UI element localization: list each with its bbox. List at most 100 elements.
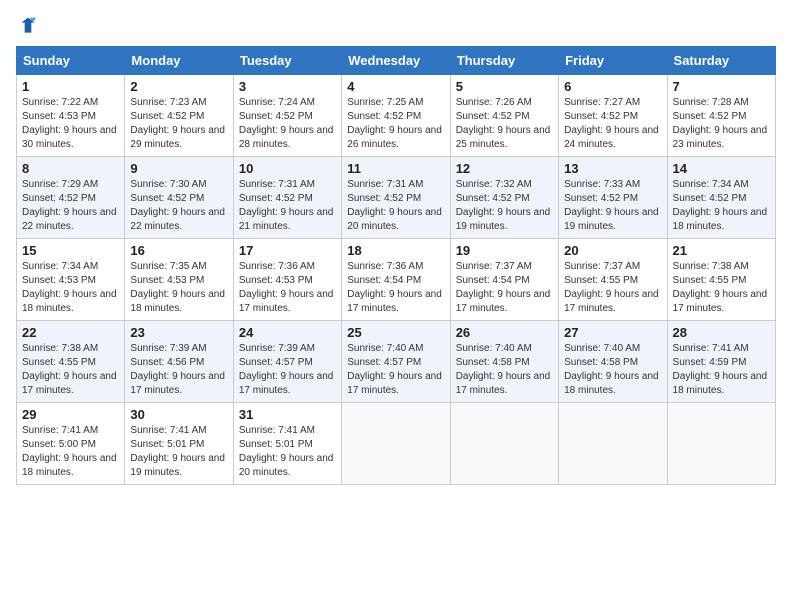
day-number: 21 xyxy=(673,243,770,258)
day-number: 10 xyxy=(239,161,336,176)
calendar-cell xyxy=(450,403,558,485)
day-number: 31 xyxy=(239,407,336,422)
day-info: Sunrise: 7:31 AMSunset: 4:52 PMDaylight:… xyxy=(347,178,444,234)
calendar-cell: 15 Sunrise: 7:34 AMSunset: 4:53 PMDayligh… xyxy=(17,239,125,321)
day-number: 13 xyxy=(564,161,661,176)
day-number: 9 xyxy=(130,161,227,176)
day-info: Sunrise: 7:40 AMSunset: 4:58 PMDaylight:… xyxy=(456,342,553,398)
calendar-cell: 30 Sunrise: 7:41 AMSunset: 5:01 PMDayligh… xyxy=(125,403,233,485)
day-number: 20 xyxy=(564,243,661,258)
calendar-cell: 23 Sunrise: 7:39 AMSunset: 4:56 PMDayligh… xyxy=(125,321,233,403)
day-info: Sunrise: 7:37 AMSunset: 4:54 PMDaylight:… xyxy=(456,260,553,316)
calendar-cell: 22 Sunrise: 7:38 AMSunset: 4:55 PMDayligh… xyxy=(17,321,125,403)
logo-text xyxy=(16,16,38,36)
calendar-cell: 7Sunrise: 7:28 AMSunset: 4:52 PMDaylight… xyxy=(667,75,775,157)
day-number: 26 xyxy=(456,325,553,340)
day-number: 5 xyxy=(456,79,553,94)
calendar-cell: 18Sunrise: 7:36 AMSunset: 4:54 PMDayligh… xyxy=(342,239,450,321)
day-number: 28 xyxy=(673,325,770,340)
day-info: Sunrise: 7:39 AMSunset: 4:57 PMDaylight:… xyxy=(239,342,336,398)
calendar-cell: 21 Sunrise: 7:38 AMSunset: 4:55 PMDayligh… xyxy=(667,239,775,321)
day-number: 11 xyxy=(347,161,444,176)
day-info: Sunrise: 7:41 AMSunset: 5:01 PMDaylight:… xyxy=(130,424,227,480)
calendar-cell: 3 Sunrise: 7:24 AMSunset: 4:52 PMDaylight… xyxy=(233,75,341,157)
day-info: Sunrise: 7:36 AMSunset: 4:53 PMDaylight:… xyxy=(239,260,336,316)
page-container: SundayMondayTuesdayWednesdayThursdayFrid… xyxy=(0,0,792,493)
day-info: Sunrise: 7:39 AMSunset: 4:56 PMDaylight:… xyxy=(130,342,227,398)
day-number: 18 xyxy=(347,243,444,258)
day-info: Sunrise: 7:32 AMSunset: 4:52 PMDaylight:… xyxy=(456,178,553,234)
calendar-cell: 20 Sunrise: 7:37 AMSunset: 4:55 PMDayligh… xyxy=(559,239,667,321)
day-info: Sunrise: 7:22 AMSunset: 4:53 PMDaylight:… xyxy=(22,96,119,152)
calendar-cell xyxy=(559,403,667,485)
calendar-week-2: 8 Sunrise: 7:29 AMSunset: 4:52 PMDaylight… xyxy=(17,157,776,239)
day-info: Sunrise: 7:30 AMSunset: 4:52 PMDaylight:… xyxy=(130,178,227,234)
logo xyxy=(16,16,38,36)
day-number: 17 xyxy=(239,243,336,258)
day-info: Sunrise: 7:24 AMSunset: 4:52 PMDaylight:… xyxy=(239,96,336,152)
day-info: Sunrise: 7:38 AMSunset: 4:55 PMDaylight:… xyxy=(673,260,770,316)
calendar-week-5: 29 Sunrise: 7:41 AMSunset: 5:00 PMDayligh… xyxy=(17,403,776,485)
day-number: 30 xyxy=(130,407,227,422)
day-number: 4 xyxy=(347,79,444,94)
day-info: Sunrise: 7:41 AMSunset: 4:59 PMDaylight:… xyxy=(673,342,770,398)
day-number: 8 xyxy=(22,161,119,176)
weekday-header-tuesday: Tuesday xyxy=(233,47,341,75)
calendar-cell: 28 Sunrise: 7:41 AMSunset: 4:59 PMDayligh… xyxy=(667,321,775,403)
day-info: Sunrise: 7:33 AMSunset: 4:52 PMDaylight:… xyxy=(564,178,661,234)
day-info: Sunrise: 7:25 AMSunset: 4:52 PMDaylight:… xyxy=(347,96,444,152)
day-number: 1 xyxy=(22,79,119,94)
calendar-cell: 4 Sunrise: 7:25 AMSunset: 4:52 PMDaylight… xyxy=(342,75,450,157)
weekday-header-row: SundayMondayTuesdayWednesdayThursdayFrid… xyxy=(17,47,776,75)
calendar-cell: 14Sunrise: 7:34 AMSunset: 4:52 PMDayligh… xyxy=(667,157,775,239)
day-number: 19 xyxy=(456,243,553,258)
day-info: Sunrise: 7:23 AMSunset: 4:52 PMDaylight:… xyxy=(130,96,227,152)
weekday-header-wednesday: Wednesday xyxy=(342,47,450,75)
calendar-cell: 9 Sunrise: 7:30 AMSunset: 4:52 PMDaylight… xyxy=(125,157,233,239)
day-info: Sunrise: 7:29 AMSunset: 4:52 PMDaylight:… xyxy=(22,178,119,234)
weekday-header-saturday: Saturday xyxy=(667,47,775,75)
day-info: Sunrise: 7:40 AMSunset: 4:58 PMDaylight:… xyxy=(564,342,661,398)
calendar-cell: 19 Sunrise: 7:37 AMSunset: 4:54 PMDayligh… xyxy=(450,239,558,321)
calendar-cell xyxy=(667,403,775,485)
calendar-cell: 29 Sunrise: 7:41 AMSunset: 5:00 PMDayligh… xyxy=(17,403,125,485)
calendar-cell: 2 Sunrise: 7:23 AMSunset: 4:52 PMDaylight… xyxy=(125,75,233,157)
day-info: Sunrise: 7:34 AMSunset: 4:53 PMDaylight:… xyxy=(22,260,119,316)
day-info: Sunrise: 7:41 AMSunset: 5:01 PMDaylight:… xyxy=(239,424,336,480)
day-info: Sunrise: 7:41 AMSunset: 5:00 PMDaylight:… xyxy=(22,424,119,480)
calendar-week-3: 15 Sunrise: 7:34 AMSunset: 4:53 PMDayligh… xyxy=(17,239,776,321)
calendar-cell xyxy=(342,403,450,485)
day-number: 22 xyxy=(22,325,119,340)
day-info: Sunrise: 7:27 AMSunset: 4:52 PMDaylight:… xyxy=(564,96,661,152)
day-number: 23 xyxy=(130,325,227,340)
day-info: Sunrise: 7:38 AMSunset: 4:55 PMDaylight:… xyxy=(22,342,119,398)
calendar-cell: 25Sunrise: 7:40 AMSunset: 4:57 PMDayligh… xyxy=(342,321,450,403)
calendar-cell: 16 Sunrise: 7:35 AMSunset: 4:53 PMDayligh… xyxy=(125,239,233,321)
day-number: 16 xyxy=(130,243,227,258)
weekday-header-friday: Friday xyxy=(559,47,667,75)
weekday-header-sunday: Sunday xyxy=(17,47,125,75)
weekday-header-monday: Monday xyxy=(125,47,233,75)
day-number: 2 xyxy=(130,79,227,94)
day-number: 15 xyxy=(22,243,119,258)
calendar-cell: 5Sunrise: 7:26 AMSunset: 4:52 PMDaylight… xyxy=(450,75,558,157)
calendar-cell: 17 Sunrise: 7:36 AMSunset: 4:53 PMDayligh… xyxy=(233,239,341,321)
day-number: 6 xyxy=(564,79,661,94)
calendar-cell: 31 Sunrise: 7:41 AMSunset: 5:01 PMDayligh… xyxy=(233,403,341,485)
day-number: 12 xyxy=(456,161,553,176)
day-number: 3 xyxy=(239,79,336,94)
calendar-cell: 8 Sunrise: 7:29 AMSunset: 4:52 PMDaylight… xyxy=(17,157,125,239)
calendar-cell: 24 Sunrise: 7:39 AMSunset: 4:57 PMDayligh… xyxy=(233,321,341,403)
day-number: 24 xyxy=(239,325,336,340)
logo-icon xyxy=(18,16,38,36)
day-info: Sunrise: 7:31 AMSunset: 4:52 PMDaylight:… xyxy=(239,178,336,234)
calendar-cell: 12 Sunrise: 7:32 AMSunset: 4:52 PMDayligh… xyxy=(450,157,558,239)
calendar-cell: 1 Sunrise: 7:22 AMSunset: 4:53 PMDaylight… xyxy=(17,75,125,157)
calendar-cell: 13 Sunrise: 7:33 AMSunset: 4:52 PMDayligh… xyxy=(559,157,667,239)
day-info: Sunrise: 7:37 AMSunset: 4:55 PMDaylight:… xyxy=(564,260,661,316)
day-number: 7 xyxy=(673,79,770,94)
calendar-cell: 27Sunrise: 7:40 AMSunset: 4:58 PMDayligh… xyxy=(559,321,667,403)
day-number: 29 xyxy=(22,407,119,422)
day-info: Sunrise: 7:35 AMSunset: 4:53 PMDaylight:… xyxy=(130,260,227,316)
calendar-cell: 11 Sunrise: 7:31 AMSunset: 4:52 PMDayligh… xyxy=(342,157,450,239)
